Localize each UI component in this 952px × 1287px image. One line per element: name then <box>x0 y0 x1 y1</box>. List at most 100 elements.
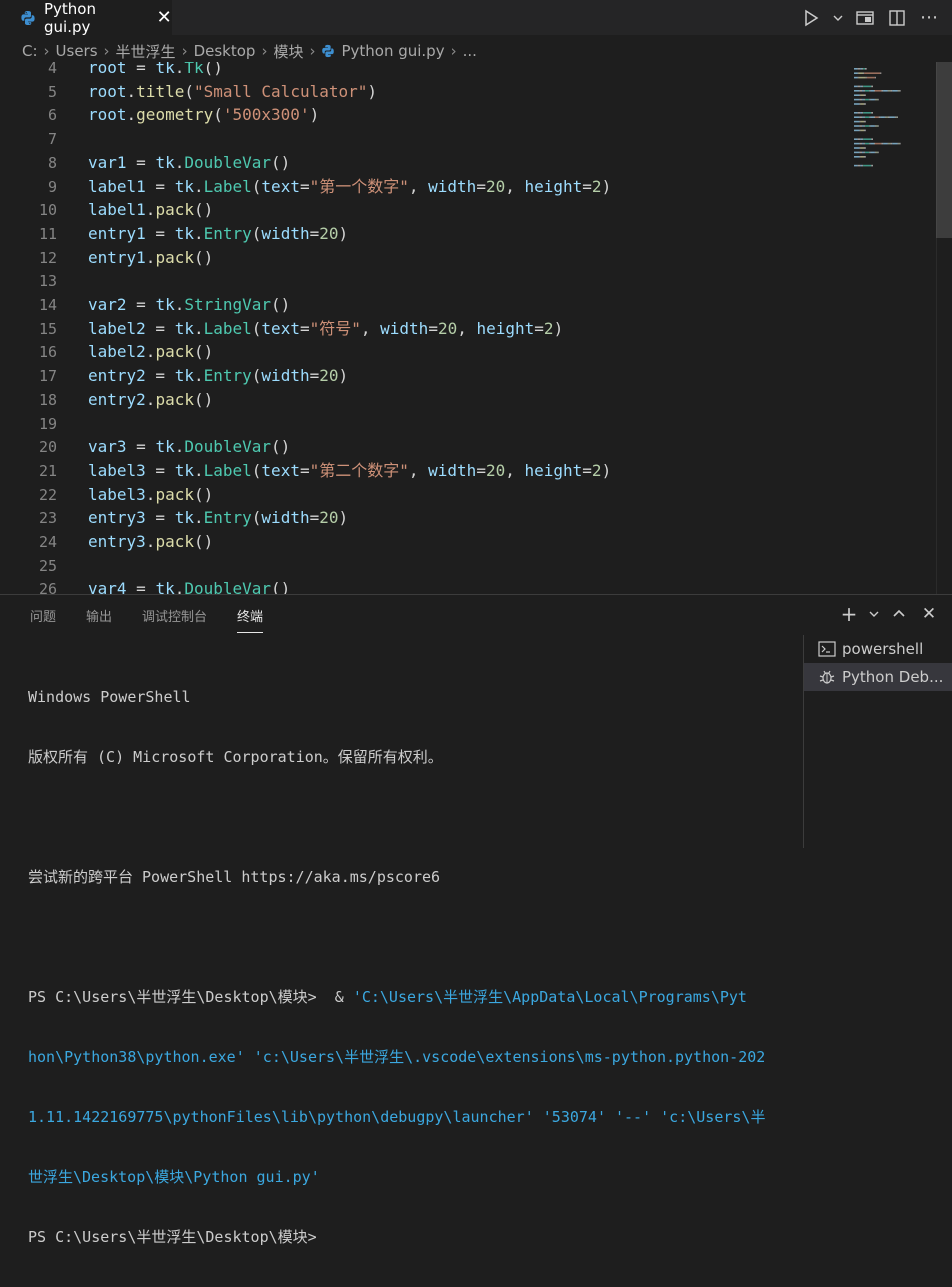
breadcrumb-item[interactable]: C: <box>22 42 38 60</box>
minimap-stroke <box>854 76 858 79</box>
code-line: 13 <box>0 269 850 293</box>
code-token: = <box>299 318 310 338</box>
code-token: = <box>126 437 156 457</box>
editor-scrollbar-thumb[interactable] <box>936 62 952 238</box>
minimap-stroke <box>874 125 876 127</box>
code-token: Tk <box>184 62 204 77</box>
breadcrumb-item[interactable]: ... <box>463 42 477 60</box>
code-token: = <box>299 176 310 196</box>
tab-terminal[interactable]: 终端 <box>237 595 264 635</box>
minimap[interactable] <box>852 66 932 186</box>
code-token: () <box>193 200 214 220</box>
minimap-stroke <box>880 72 882 74</box>
line-number: 4 <box>47 62 57 77</box>
code-token: tk <box>174 460 194 480</box>
code-token: . <box>174 437 185 457</box>
breadcrumb-item[interactable]: Python gui.py <box>341 42 444 60</box>
code-line: 21 label3 = tk.Label(text="第二个数字", width=… <box>0 459 850 483</box>
command-text: 世浮生\Desktop\模块\Python gui.py' <box>28 1168 320 1186</box>
breadcrumb-item[interactable]: Users <box>56 42 98 60</box>
code-token: , <box>408 176 429 196</box>
terminal-line: 尝试新的跨平台 PowerShell https://aka.ms/pscore… <box>28 868 441 886</box>
close-panel-icon[interactable]: ✕ <box>918 603 940 625</box>
code-text: root = tk.Tk() <box>88 62 223 80</box>
code-token: () <box>271 152 291 172</box>
code-token: . <box>193 508 204 528</box>
maximize-panel-icon[interactable] <box>888 603 910 625</box>
minimap-stroke <box>887 90 889 92</box>
line-number: 19 <box>38 414 57 433</box>
code-token: . <box>145 247 156 267</box>
breadcrumb-item[interactable]: Desktop <box>194 42 256 60</box>
chevron-down-icon[interactable] <box>832 7 844 29</box>
code-text: var1 = tk.DoubleVar() <box>88 151 290 175</box>
minimap-stroke <box>874 116 875 118</box>
minimap-stroke <box>870 90 874 92</box>
breadcrumb-item[interactable]: 半世浮生 <box>116 41 176 62</box>
run-icon[interactable] <box>800 7 822 29</box>
minimap-stroke <box>875 116 879 118</box>
code-token: label3 <box>88 484 146 504</box>
code-token: entry1 <box>88 223 146 243</box>
minimap-stroke <box>863 68 865 70</box>
editor-tab[interactable]: Python gui.py ✕ <box>0 0 172 36</box>
tab-label: Python gui.py <box>44 0 96 36</box>
minimap-stroke <box>854 94 860 96</box>
minimap-stroke <box>862 112 864 114</box>
code-token: ) <box>338 508 349 528</box>
minimap-stroke <box>887 116 890 118</box>
code-token: ) <box>553 318 564 338</box>
python-icon <box>20 10 36 26</box>
minimap-stroke <box>897 90 899 92</box>
minimap-stroke <box>859 90 863 92</box>
minimap-stroke <box>854 85 858 88</box>
code-token: 2 <box>591 176 602 196</box>
code-token: ) <box>338 366 349 386</box>
code-token: ) <box>309 105 320 125</box>
split-editor-icon[interactable] <box>886 7 908 29</box>
minimap-stroke <box>898 142 900 145</box>
tab-debug-console[interactable]: 调试控制台 <box>142 595 207 635</box>
minimap-stroke <box>862 68 864 70</box>
code-token: tk <box>174 318 194 338</box>
minimap-stroke <box>881 142 884 145</box>
line-number: 17 <box>38 367 57 386</box>
code-line: 12 entry1.pack() <box>0 246 850 270</box>
chevron-right-icon: › <box>181 42 188 60</box>
minimap-stroke <box>871 112 873 114</box>
minimap-stroke <box>859 142 863 145</box>
code-token: 20 <box>485 460 506 480</box>
more-actions-icon[interactable]: ⋯ <box>918 7 940 29</box>
code-token: width <box>261 508 310 528</box>
tab-problems[interactable]: 问题 <box>30 595 56 635</box>
code-token: Entry <box>203 508 252 528</box>
chevron-down-icon[interactable] <box>868 603 880 625</box>
minimap-stroke <box>862 85 864 88</box>
minimap-stroke <box>874 90 875 92</box>
line-number: 26 <box>38 580 57 594</box>
terminal-item-python-debug[interactable]: Python Deb... <box>804 663 952 691</box>
close-icon[interactable]: ✕ <box>156 7 172 28</box>
code-editor[interactable]: 4 root = tk.Tk() 5 root.title("Small Calcul… <box>0 62 952 594</box>
terminal-output[interactable]: Windows PowerShell 版权所有 (C) Microsoft Co… <box>28 647 788 1287</box>
open-preview-icon[interactable] <box>854 7 876 29</box>
code-text: var2 = tk.StringVar() <box>88 293 290 317</box>
add-terminal-icon[interactable]: + <box>838 602 860 626</box>
panel-tabs: 问题 输出 调试控制台 终端 <box>0 595 293 635</box>
code-token: Label <box>203 318 252 338</box>
minimap-stroke <box>860 103 864 105</box>
minimap-stroke <box>860 138 863 140</box>
code-token: text <box>261 176 300 196</box>
code-token: . <box>193 223 204 243</box>
code-token: = <box>145 223 175 243</box>
code-line: 11 entry1 = tk.Entry(width=20) <box>0 222 850 246</box>
minimap-stroke <box>862 164 864 167</box>
terminal-item-powershell[interactable]: powershell <box>804 635 952 663</box>
code-token: tk <box>155 437 175 457</box>
minimap-stroke <box>862 142 864 145</box>
minimap-stroke <box>863 116 865 118</box>
breadcrumb-item[interactable]: 模块 <box>273 41 303 62</box>
code-token: width <box>428 176 477 196</box>
code-text: root.title("Small Calculator") <box>88 80 377 104</box>
tab-output[interactable]: 输出 <box>86 595 112 635</box>
